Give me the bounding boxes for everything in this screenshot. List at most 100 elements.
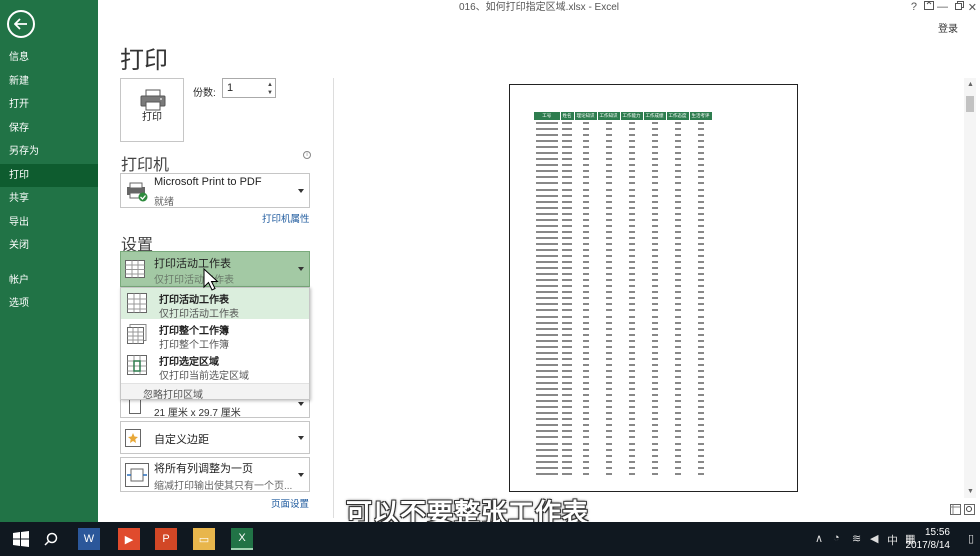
copies-label: 份数: (193, 88, 216, 99)
preview-cell (534, 356, 560, 362)
nav-item-items-8[interactable]: 关闭 (0, 234, 98, 258)
network-icon[interactable]: ◔ (833, 532, 840, 544)
back-arrow-icon[interactable] (7, 10, 35, 38)
clock-time: 15:56 (924, 527, 950, 538)
copies-input[interactable]: 1 ▲ ▼ (222, 78, 276, 98)
sheet-icon (127, 293, 147, 313)
scope-title: 打印活动工作表 (154, 258, 231, 270)
system-clock[interactable]: 15:56 2017/8/14 (906, 526, 951, 552)
selection-icon (127, 355, 147, 375)
nav-item-items-1[interactable]: 新建 (0, 70, 98, 94)
preview-cell (620, 471, 643, 477)
preview-cell (534, 447, 560, 453)
scaling-title: 将所有列调整为一页 (154, 463, 253, 475)
preview-column-header: 工作成绩 (643, 112, 667, 120)
wifi-icon[interactable]: ≋ (852, 532, 861, 545)
minimize-icon[interactable]: — (937, 1, 948, 13)
panel-divider (333, 78, 334, 518)
nav-item-items-6[interactable]: 共享 (0, 187, 98, 211)
video-app-icon[interactable]: ▶ (118, 528, 140, 550)
menu-item-title: 打印整个工作簿 (159, 326, 229, 337)
ignore-print-area-option[interactable]: 忽略打印区域 (121, 383, 309, 401)
scope-subtitle: 仅打印活动工作表 (154, 275, 234, 286)
scaling-dropdown[interactable]: 将所有列调整为一页 缩减打印输出使其只有一个页... (120, 457, 310, 492)
login-link[interactable]: 登录 (938, 20, 958, 35)
scaling-subtitle: 缩减打印输出使其只有一个页... (154, 481, 293, 492)
nav-item-items-0[interactable]: 信息 (0, 46, 98, 70)
restore-icon[interactable] (955, 1, 964, 13)
word-app-icon[interactable]: W (78, 528, 100, 550)
print-button[interactable]: 打印 (120, 78, 184, 142)
spin-up-icon[interactable]: ▲ (267, 82, 273, 88)
menu-item-title: 打印活动工作表 (159, 295, 229, 306)
nav-item-items-5[interactable]: 打印 (0, 163, 98, 187)
notification-icon[interactable]: ▯ (968, 532, 974, 545)
scroll-up-icon[interactable]: ▲ (967, 81, 974, 88)
preview-column-header: 生活考评 (689, 112, 713, 120)
scroll-down-icon[interactable]: ▼ (967, 488, 974, 495)
preview-cell (534, 307, 560, 313)
preview-column-header: 理论知识 (574, 112, 598, 120)
printer-dropdown[interactable]: Microsoft Print to PDF 就绪 (120, 173, 310, 208)
preview-cell (560, 465, 574, 471)
chevron-down-icon (298, 188, 304, 193)
preview-cell (534, 314, 560, 320)
preview-cell (560, 453, 574, 459)
printer-properties-link[interactable]: 打印机属性 (262, 211, 310, 225)
nav-item-items2-1[interactable]: 选项 (0, 292, 98, 316)
margins-dropdown[interactable]: 自定义边距 (120, 421, 310, 454)
show-margins-icon[interactable] (950, 504, 961, 515)
preview-cell (534, 440, 560, 446)
copies-value: 1 (227, 82, 234, 94)
preview-cell (560, 350, 574, 356)
ime-indicator[interactable]: 中 (887, 532, 898, 548)
preview-cell (560, 344, 574, 350)
spin-down-icon[interactable]: ▼ (267, 90, 273, 96)
printer-name: Microsoft Print to PDF (154, 176, 262, 188)
excel-app-icon[interactable]: X (231, 528, 253, 550)
page-setup-link[interactable]: 页面设置 (271, 496, 309, 510)
show-hidden-icons-icon[interactable]: ∧ (815, 532, 823, 545)
menu-item-entire-workbook[interactable]: 打印整个工作簿 打印整个工作簿 (121, 319, 309, 351)
preview-cell (574, 471, 597, 477)
window-title: 016、如何打印指定区域.xlsx - Excel (458, 2, 620, 13)
preview-cell (534, 459, 560, 465)
preview-scrollbar[interactable]: ▲ ▼ (964, 78, 976, 498)
ribbon-display-icon[interactable] (924, 1, 934, 13)
powerpoint-app-icon[interactable]: P (155, 528, 177, 550)
help-icon[interactable]: ? (911, 1, 917, 13)
chevron-down-icon (298, 472, 304, 477)
preview-cell (560, 471, 574, 477)
menu-item-selection[interactable]: 打印选定区域 仅打印当前选定区域 (121, 350, 309, 382)
preview-cell (560, 314, 574, 320)
nav-item-items-2[interactable]: 打开 (0, 93, 98, 117)
preview-cell (534, 320, 560, 326)
preview-cell (534, 211, 560, 217)
preview-cell (534, 471, 560, 477)
nav-item-items-3[interactable]: 保存 (0, 117, 98, 141)
margins-label: 自定义边距 (154, 434, 209, 446)
preview-cell (560, 211, 574, 217)
preview-cell (689, 471, 712, 477)
nav-separator (0, 258, 98, 269)
close-icon[interactable]: ✕ (968, 1, 977, 14)
preview-cell (534, 199, 560, 205)
scroll-thumb[interactable] (966, 96, 974, 112)
info-icon[interactable]: i (303, 151, 311, 159)
preview-cell (534, 332, 560, 338)
zoom-to-page-icon[interactable] (964, 504, 975, 515)
preview-cell (560, 440, 574, 446)
nav-item-items-4[interactable]: 另存为 (0, 140, 98, 164)
preview-cell (560, 193, 574, 199)
nav-item-items-7[interactable]: 导出 (0, 211, 98, 235)
menu-item-active-sheets[interactable]: 打印活动工作表 仅打印活动工作表 (121, 288, 309, 320)
file-explorer-icon[interactable]: ▭ (193, 528, 215, 550)
preview-cell (560, 217, 574, 223)
windows-start-icon[interactable] (10, 528, 32, 550)
preview-cell (560, 338, 574, 344)
nav-item-items2-0[interactable]: 帐户 (0, 269, 98, 293)
volume-icon[interactable]: ◀ (870, 532, 878, 545)
search-icon[interactable] (40, 528, 62, 550)
ignore-print-area-label: 忽略打印区域 (143, 390, 203, 401)
preview-table: 工号 姓名 理论知识 工作知识 工作能力 工作成绩 工作态度 生活考评 (534, 112, 713, 477)
